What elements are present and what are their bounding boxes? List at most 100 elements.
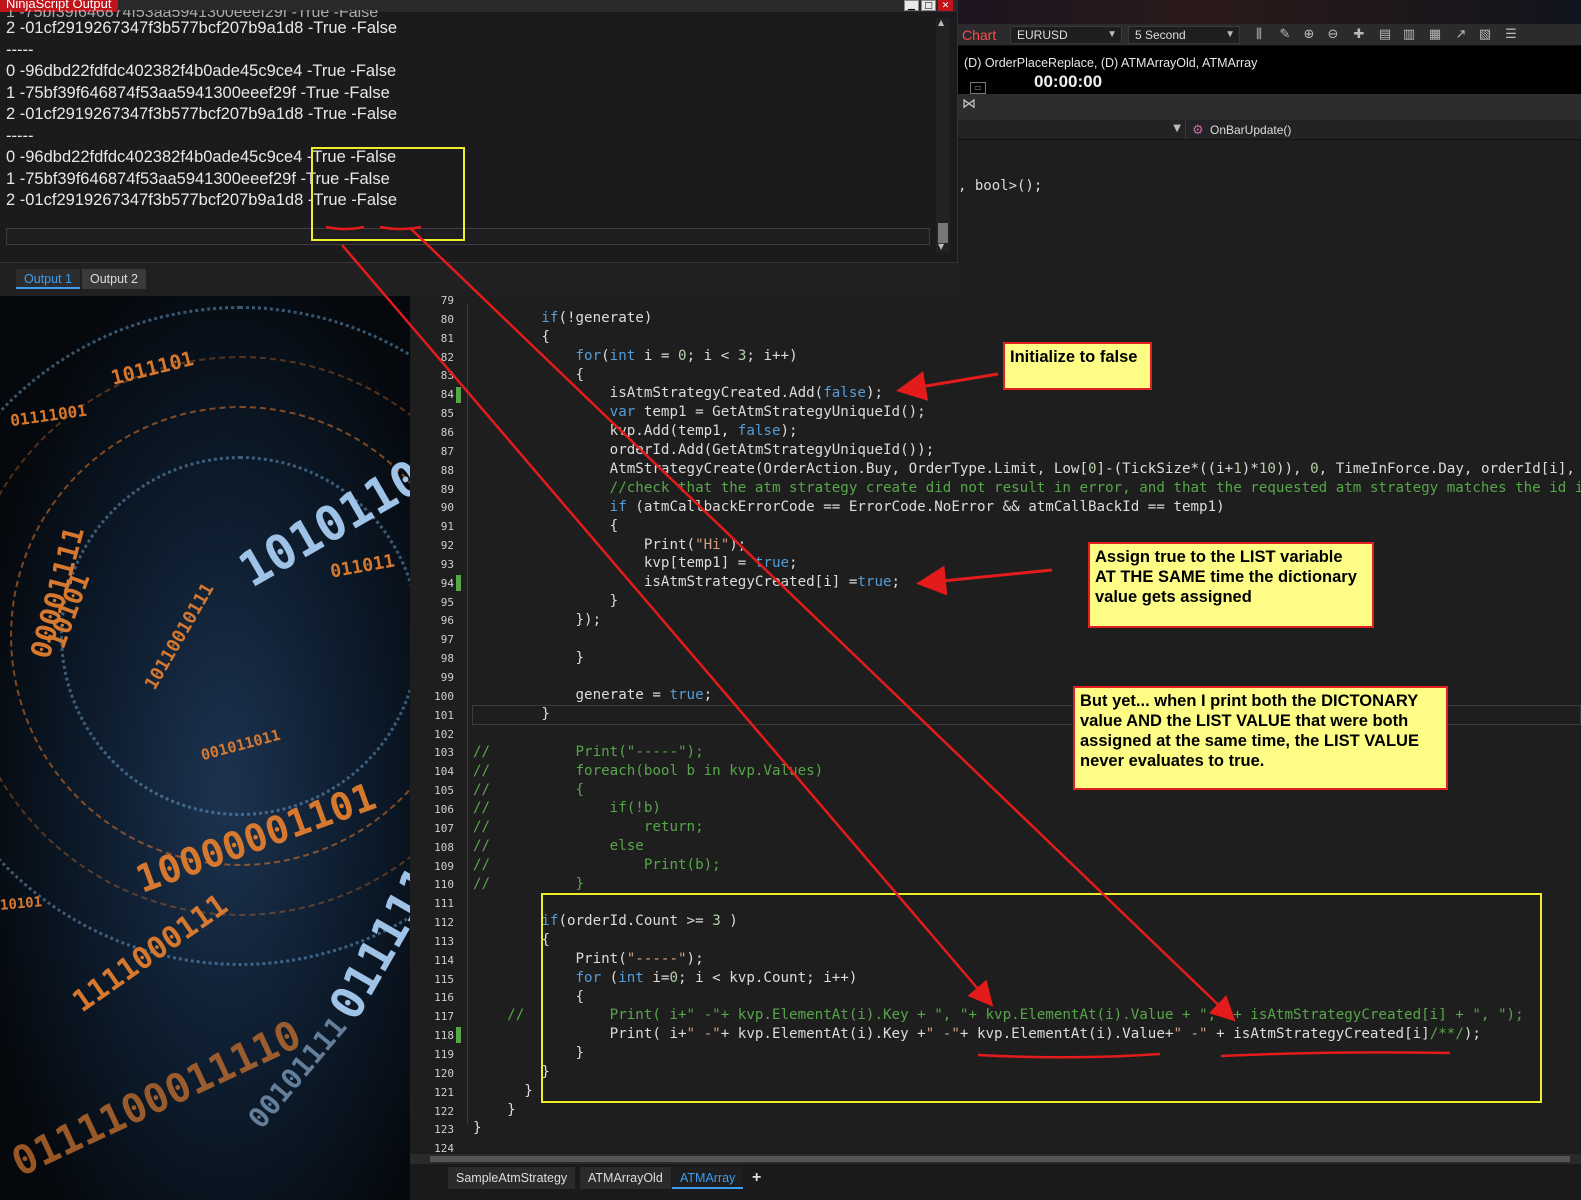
editor-upper-region[interactable]: , bool>(); <box>958 140 1581 296</box>
line-number: 111 <box>434 897 454 911</box>
line-number: 101 <box>434 708 454 722</box>
chart-tab[interactable]: Chart <box>958 24 1000 46</box>
templates-icon[interactable]: ▧ <box>1476 27 1494 43</box>
line-number: 106 <box>434 802 454 816</box>
chart-background-strip <box>958 0 1581 24</box>
scrollbar-thumb[interactable] <box>430 1156 1570 1162</box>
output-line: 0 -96dbd22fdfdc402382f4b0ade45c9ce4 -Tru… <box>6 62 397 80</box>
line-number: 96 <box>440 614 454 628</box>
code-line: if (atmCallbackErrorCode == ErrorCode.No… <box>609 499 1225 515</box>
desktop-wallpaper: 1011101 01111001 1010110 011011 00001111… <box>0 296 410 1200</box>
output-text-area[interactable]: 1 -75bf39f646874f53aa5941300eeef29f -Tru… <box>6 10 926 224</box>
output-tab-bar: Output 1 Output 2 <box>0 262 958 296</box>
line-number: 115 <box>434 972 454 986</box>
chart-series-label: (D) OrderPlaceReplace, (D) ATMArrayOld, … <box>964 56 1258 70</box>
code-line: //check that the atm strategy create did… <box>609 480 1581 496</box>
type-dropdown[interactable]: ▼ <box>958 121 1186 139</box>
line-number: 81 <box>440 331 454 345</box>
output-line: ----- <box>6 126 34 145</box>
output-line: 0 -96dbd22fdfdc402382f4b0ade45c9ce4 -Tru… <box>6 148 397 166</box>
line-number: 105 <box>434 784 454 798</box>
code-line: { <box>473 932 550 948</box>
zoom-out-icon[interactable]: ⊖ <box>1324 27 1342 43</box>
line-number: 117 <box>434 1010 454 1024</box>
code-line: { <box>473 367 585 383</box>
line-number: 87 <box>440 444 454 458</box>
line-number: 91 <box>440 520 454 534</box>
output-line: ----- <box>6 40 34 59</box>
line-number: 102 <box>434 727 454 741</box>
zoom-in-icon[interactable]: ⊕ <box>1300 27 1318 43</box>
code-line: for(int i = 0; i < 3; i++) <box>575 348 798 364</box>
bar-timer: 00:00:00 <box>1034 72 1103 91</box>
line-number: 108 <box>434 840 454 854</box>
chevron-down-icon: ▼ <box>1225 29 1235 40</box>
line-number: 104 <box>434 765 454 779</box>
code-line: // foreach(bool b in kvp.Values) <box>473 763 824 779</box>
crosshair-icon[interactable]: ✚ <box>1350 27 1368 43</box>
ninjascript-output-window: NinjaScript Output ▁ □ ✕ 1 -75bf39f64687… <box>0 0 958 296</box>
line-number: 94 <box>440 576 454 590</box>
output-scrollbar[interactable]: ▲ ▼ <box>936 18 950 252</box>
highlight-box <box>311 147 465 241</box>
line-number: 93 <box>440 557 454 571</box>
chart-trader-icon[interactable]: ▥ <box>1400 27 1418 43</box>
code-line: kvp[temp1] = true; <box>473 555 798 571</box>
line-number: 89 <box>440 482 454 496</box>
strategies-icon[interactable]: ↗ <box>1452 27 1470 43</box>
code-line: } <box>473 593 619 609</box>
code-line: }); <box>473 612 602 628</box>
line-number: 90 <box>440 501 454 515</box>
line-number: 113 <box>434 934 454 948</box>
code-line: generate = true; <box>473 687 713 703</box>
tab-sampleatmstrategy[interactable]: SampleAtmStrategy <box>448 1167 576 1189</box>
close-button[interactable]: ✕ <box>938 0 953 11</box>
line-number: 112 <box>434 916 454 930</box>
code-line: } <box>473 1083 533 1099</box>
editor-horizontal-scrollbar[interactable] <box>410 1154 1581 1164</box>
code-line: Print("Hi"); <box>473 537 747 553</box>
line-number: 97 <box>440 633 454 647</box>
highlight-box <box>541 893 1542 1103</box>
instrument-selector[interactable]: EURUSD ▼ <box>1010 26 1122 44</box>
ruler-icon: ▭ <box>970 82 986 94</box>
tab-atmarrayold[interactable]: ATMArrayOld <box>580 1167 671 1189</box>
bar-type-icon[interactable]: ⫼ <box>1250 27 1268 43</box>
tab-atmarray[interactable]: ATMArray <box>672 1167 744 1189</box>
scroll-up-icon[interactable]: ▲ <box>938 18 944 27</box>
line-number: 110 <box>434 878 454 892</box>
line-number-gutter: 79 80 81 82 83 84 85 86 87 88 89 90 91 92 93 94 95 96 97 98… <box>410 296 460 1154</box>
output-line: 1 -75bf39f646874f53aa5941300eeef29f -Tru… <box>6 83 390 102</box>
instrument-value: EURUSD <box>1017 28 1068 42</box>
line-number: 84 <box>440 388 454 402</box>
output-input-line[interactable] <box>6 228 930 245</box>
line-number: 119 <box>434 1048 454 1061</box>
scroll-down-icon[interactable]: ▼ <box>938 242 944 251</box>
scrollbar-thumb[interactable] <box>938 223 948 243</box>
indicators-icon[interactable]: ▦ <box>1426 27 1444 43</box>
add-tab-button[interactable]: + <box>744 1167 770 1189</box>
code-line: AtmStrategyCreate(OrderAction.Buy, Order… <box>473 461 1581 477</box>
code-line: if(!generate) <box>541 310 653 326</box>
interval-selector[interactable]: 5 Second ▼ <box>1128 26 1240 44</box>
output-line: 2 -01cf2919267347f3b577bcf207b9a1d8 -Tru… <box>6 191 398 209</box>
code-line: isAtmStrategyCreated.Add(false); <box>473 385 884 401</box>
data-box-icon[interactable]: ▤ <box>1376 27 1394 43</box>
editor-toolbar: ⋈ <box>958 94 1581 120</box>
line-number: 114 <box>434 953 454 967</box>
member-dropdown[interactable]: ⚙ OnBarUpdate() <box>1190 121 1291 139</box>
line-number: 103 <box>434 746 454 760</box>
tab-output-2[interactable]: Output 2 <box>82 269 146 289</box>
member-dropdown-value: OnBarUpdate() <box>1210 123 1292 137</box>
pencil-icon[interactable]: ✎ <box>1276 27 1294 43</box>
code-line: // { <box>473 782 585 798</box>
visual-studio-icon[interactable]: ⋈ <box>962 96 976 112</box>
code-fragment: , bool>(); <box>958 178 1043 194</box>
code-line: // return; <box>473 819 704 835</box>
tab-output-1[interactable]: Output 1 <box>16 269 80 289</box>
chevron-down-icon: ▼ <box>1107 29 1117 40</box>
annotation-note: But yet... when I print both the DICTONA… <box>1073 686 1448 790</box>
code-line: orderId.Add(GetAtmStrategyUniqueId()); <box>473 442 935 458</box>
editor-navigation-bar: ▼ ⚙ OnBarUpdate() <box>958 120 1581 140</box>
properties-icon[interactable]: ☰ <box>1502 27 1520 43</box>
